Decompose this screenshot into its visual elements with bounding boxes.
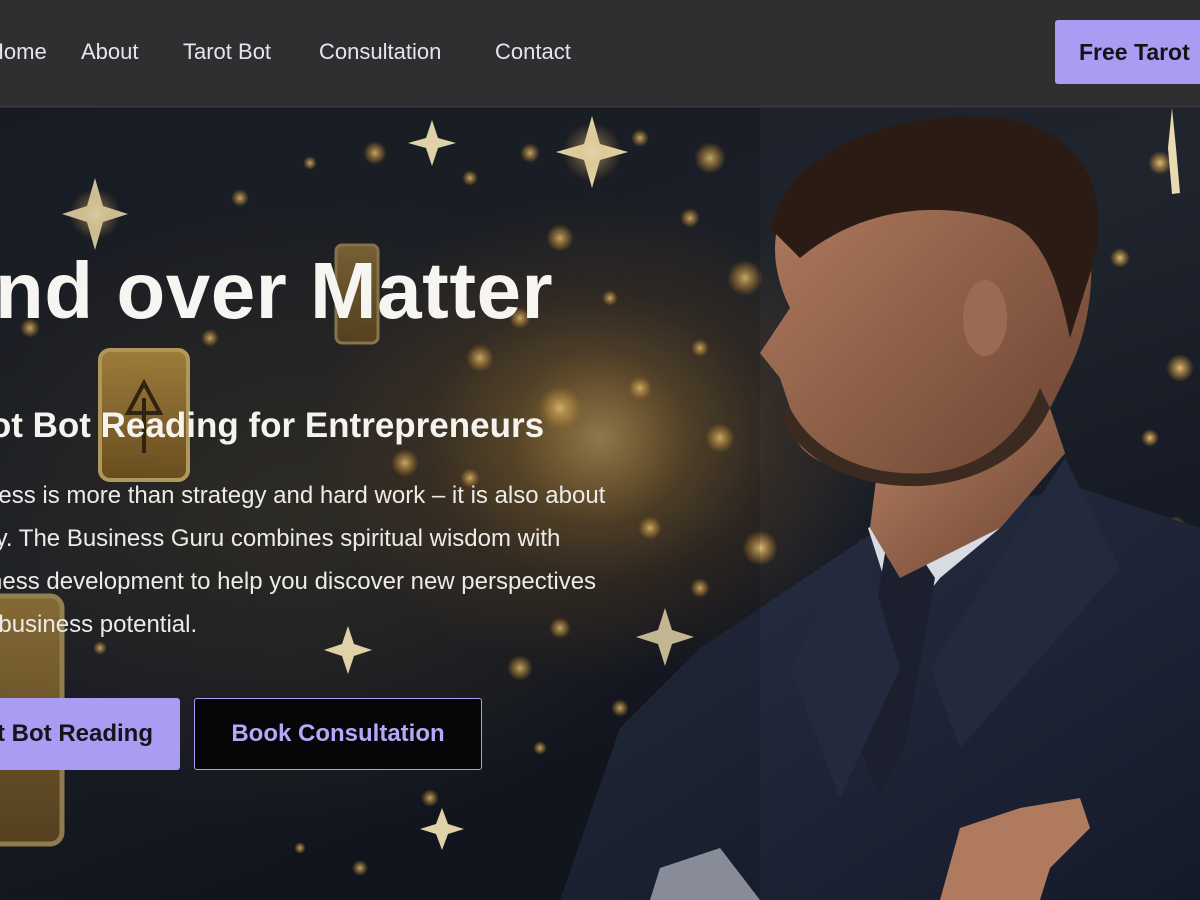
top-navigation: Home About Tarot Bot Consultation Contac…	[0, 0, 1200, 107]
nav-link-about[interactable]: About	[81, 37, 139, 67]
hero-section: Mind over Matter Tarot Bot Reading for E…	[0, 108, 1200, 900]
hero-description-line: business development to help you discove…	[0, 568, 597, 595]
hero-description: Success is more than strategy and hard w…	[0, 474, 745, 646]
free-tarot-button[interactable]: Free Tarot	[1055, 20, 1200, 84]
hero-title: Mind over Matter	[0, 246, 554, 335]
hero-description-line: clarity. The Business Guru combines spir…	[0, 525, 561, 552]
book-consultation-button[interactable]: Book Consultation	[194, 698, 482, 770]
nav-link-tarot-bot[interactable]: Tarot Bot	[183, 37, 271, 67]
hero-description-line: your business potential.	[0, 611, 198, 638]
hero-description-line: Success is more than strategy and hard w…	[0, 482, 606, 509]
hero-subtitle: Tarot Bot Reading for Entrepreneurs	[0, 406, 545, 445]
nav-link-consultation[interactable]: Consultation	[319, 37, 441, 67]
tarot-bot-reading-button[interactable]: Tarot Bot Reading	[0, 698, 180, 770]
nav-link-contact[interactable]: Contact	[495, 37, 571, 67]
nav-link-home[interactable]: Home	[0, 37, 47, 67]
